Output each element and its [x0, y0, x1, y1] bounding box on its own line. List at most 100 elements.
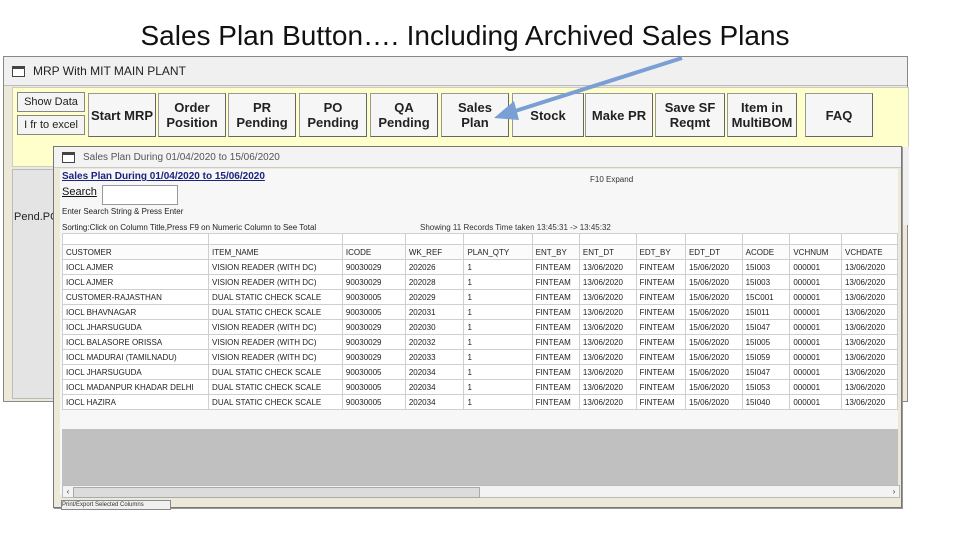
table-cell[interactable]: 000001: [789, 394, 842, 410]
table-cell[interactable]: VISION READER (WITH DC): [208, 319, 343, 335]
table-cell[interactable]: 000001: [789, 319, 842, 335]
transfer-to-excel-button[interactable]: I fr to excel: [17, 115, 85, 135]
column-header-vchdate[interactable]: VCHDATE: [840, 244, 899, 260]
table-cell[interactable]: 1: [463, 289, 533, 305]
table-cell[interactable]: IOCL BHAVNAGAR: [61, 304, 210, 320]
table-row[interactable]: IOCL MADURAI (TAMILNADU) VISION READER (W…: [61, 349, 899, 365]
table-cell[interactable]: 202026: [404, 259, 465, 275]
table-cell[interactable]: 13/06/2020: [578, 289, 637, 305]
table-cell[interactable]: DUAL STATIC CHECK SCALE: [208, 364, 343, 380]
table-cell[interactable]: 13/06/2020: [578, 319, 637, 335]
table-cell[interactable]: VISION READER (WITH DC): [208, 334, 343, 350]
table-cell[interactable]: 15/06/2020: [684, 394, 743, 410]
table-cell[interactable]: FINTEAM: [635, 304, 686, 320]
stock-button[interactable]: Stock: [512, 93, 584, 137]
item-in-multibom-button[interactable]: Item in MultiBOM: [727, 93, 797, 137]
table-cell[interactable]: 15I053: [741, 379, 791, 395]
table-cell[interactable]: FINTEAM: [635, 274, 686, 290]
table-cell[interactable]: FINTEAM: [635, 334, 686, 350]
table-cell[interactable]: 202029: [404, 289, 465, 305]
table-cell[interactable]: FINTEAM: [635, 379, 686, 395]
table-cell[interactable]: 000001: [789, 364, 842, 380]
table-cell[interactable]: 13/06/2020: [840, 319, 899, 335]
table-cell[interactable]: FINTEAM: [531, 274, 580, 290]
save-sf-reqmt-button[interactable]: Save SF Reqmt: [655, 93, 725, 137]
table-cell[interactable]: 15I003: [741, 259, 791, 275]
table-row[interactable]: CUSTOMER-RAJASTHAN DUAL STATIC CHECK SCAL…: [61, 289, 899, 305]
table-cell[interactable]: 13/06/2020: [578, 394, 637, 410]
table-cell[interactable]: FINTEAM: [635, 364, 686, 380]
table-cell[interactable]: CUSTOMER-RAJASTHAN: [61, 289, 210, 305]
table-row[interactable]: IOCL MADANPUR KHADAR DELHI DUAL STATIC CH…: [61, 379, 899, 395]
table-cell[interactable]: 202028: [404, 274, 465, 290]
table-row[interactable]: IOCL BHAVNAGAR DUAL STATIC CHECK SCALE 900…: [61, 304, 899, 320]
make-pr-button[interactable]: Make PR: [585, 93, 653, 137]
table-cell[interactable]: 1: [463, 319, 533, 335]
table-cell[interactable]: FINTEAM: [635, 289, 686, 305]
table-cell[interactable]: FINTEAM: [531, 349, 580, 365]
table-cell[interactable]: DUAL STATIC CHECK SCALE: [208, 394, 343, 410]
table-cell[interactable]: 90030029: [341, 274, 406, 290]
table-cell[interactable]: 1: [463, 379, 533, 395]
column-header-acode[interactable]: ACODE: [741, 244, 791, 260]
order-position-button[interactable]: Order Position: [158, 93, 226, 137]
table-cell[interactable]: 202033: [404, 349, 465, 365]
table-cell[interactable]: 000001: [789, 379, 842, 395]
table-cell[interactable]: 000001: [789, 334, 842, 350]
horizontal-scrollbar[interactable]: ‹ ›: [62, 485, 900, 498]
table-cell[interactable]: 000001: [789, 274, 842, 290]
scrollbar-thumb[interactable]: [73, 487, 480, 498]
table-cell[interactable]: 000001: [789, 304, 842, 320]
table-cell[interactable]: 13/06/2020: [840, 274, 899, 290]
table-cell[interactable]: 202034: [404, 379, 465, 395]
table-cell[interactable]: 90030005: [341, 304, 406, 320]
table-cell[interactable]: 15/06/2020: [684, 349, 743, 365]
table-row[interactable]: IOCL HAZIRA DUAL STATIC CHECK SCALE 900300…: [61, 394, 899, 410]
table-cell[interactable]: FINTEAM: [531, 304, 580, 320]
table-cell[interactable]: FINTEAM: [531, 319, 580, 335]
table-cell[interactable]: 000001: [789, 349, 842, 365]
column-header-wk-ref[interactable]: WK_REF: [404, 244, 465, 260]
column-header-ent-dt[interactable]: ENT_DT: [578, 244, 637, 260]
table-cell[interactable]: FINTEAM: [531, 289, 580, 305]
column-header-edt-by[interactable]: EDT_BY: [635, 244, 686, 260]
table-cell[interactable]: 202034: [404, 394, 465, 410]
table-cell[interactable]: 13/06/2020: [840, 334, 899, 350]
table-cell[interactable]: 13/06/2020: [578, 334, 637, 350]
table-cell[interactable]: 000001: [789, 289, 842, 305]
table-cell[interactable]: 13/06/2020: [578, 274, 637, 290]
table-cell[interactable]: FINTEAM: [531, 394, 580, 410]
table-cell[interactable]: IOCL AJMER: [61, 259, 210, 275]
table-cell[interactable]: 15/06/2020: [684, 379, 743, 395]
table-cell[interactable]: 90030005: [341, 379, 406, 395]
table-cell[interactable]: FINTEAM: [531, 364, 580, 380]
table-cell[interactable]: IOCL MADANPUR KHADAR DELHI: [61, 379, 210, 395]
table-cell[interactable]: 202030: [404, 319, 465, 335]
table-row[interactable]: IOCL AJMER VISION READER (WITH DC) 9003002…: [61, 274, 899, 290]
table-cell[interactable]: 1: [463, 304, 533, 320]
table-cell[interactable]: 1: [463, 394, 533, 410]
table-cell[interactable]: 90030029: [341, 319, 406, 335]
table-cell[interactable]: 90030029: [341, 334, 406, 350]
table-cell[interactable]: 13/06/2020: [840, 349, 899, 365]
table-cell[interactable]: 15/06/2020: [684, 334, 743, 350]
table-row[interactable]: IOCL JHARSUGUDA VISION READER (WITH DC) 90…: [61, 319, 899, 335]
table-cell[interactable]: 15/06/2020: [684, 319, 743, 335]
column-header-plan-qty[interactable]: PLAN_QTY: [463, 244, 533, 260]
table-cell[interactable]: DUAL STATIC CHECK SCALE: [208, 289, 343, 305]
table-cell[interactable]: 1: [463, 364, 533, 380]
table-cell[interactable]: FINTEAM: [531, 379, 580, 395]
table-cell[interactable]: IOCL BALASORE ORISSA: [61, 334, 210, 350]
table-row[interactable]: IOCL AJMER VISION READER (WITH DC) 9003002…: [61, 259, 899, 275]
faq-button[interactable]: FAQ: [805, 93, 873, 137]
start-mrp-button[interactable]: Start MRP: [88, 93, 156, 137]
table-cell[interactable]: 1: [463, 274, 533, 290]
table-cell[interactable]: 15I059: [741, 349, 791, 365]
table-cell[interactable]: FINTEAM: [635, 349, 686, 365]
table-cell[interactable]: IOCL JHARSUGUDA: [61, 319, 210, 335]
table-cell[interactable]: 15/06/2020: [684, 304, 743, 320]
table-cell[interactable]: IOCL MADURAI (TAMILNADU): [61, 349, 210, 365]
print-export-button[interactable]: Print/Export Selected Columns: [61, 500, 171, 510]
table-cell[interactable]: 1: [463, 259, 533, 275]
table-cell[interactable]: 13/06/2020: [578, 364, 637, 380]
